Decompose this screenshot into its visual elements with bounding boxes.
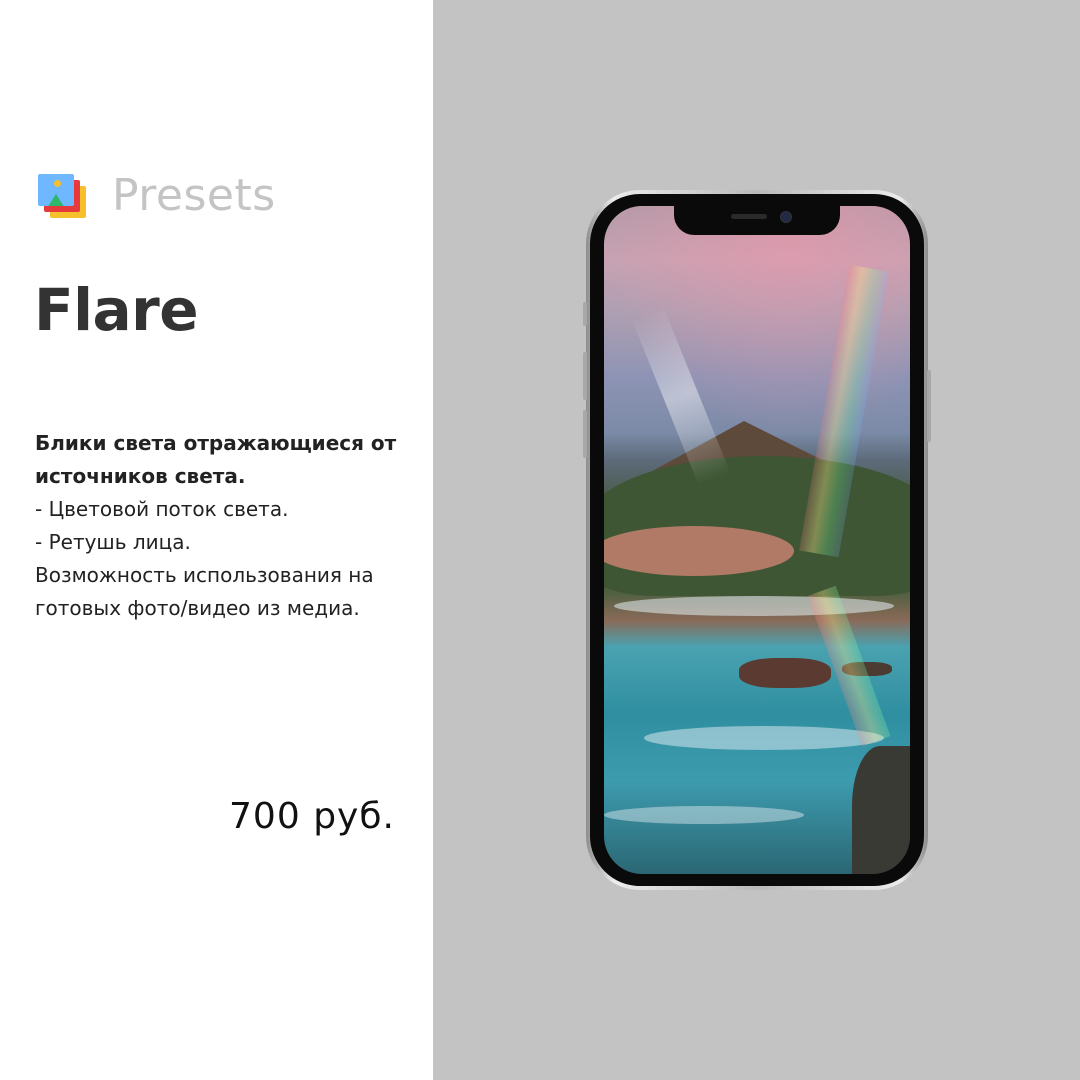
preset-description: Блики света отражающиеся от источников с… — [35, 427, 415, 625]
preview-image — [604, 206, 910, 874]
volume-down-button — [583, 410, 587, 458]
volume-up-button — [583, 352, 587, 400]
preset-card: Presets Flare Блики света отражающиеся о… — [0, 0, 1080, 1080]
description-note-line1: Возможность использования на — [35, 563, 374, 587]
price: 700 руб. — [229, 796, 395, 837]
info-panel: Presets Flare Блики света отражающиеся о… — [0, 0, 433, 1080]
power-button — [927, 370, 931, 442]
phone-mockup — [583, 190, 931, 890]
description-bullet-color-flow: - Цветовой поток света. — [35, 497, 289, 521]
speaker-grille — [731, 214, 767, 219]
preview-panel — [433, 0, 1080, 1080]
brand: Presets — [38, 170, 276, 221]
phone-bezel — [590, 194, 924, 886]
description-note-line2: готовых фото/видео из медиа. — [35, 596, 360, 620]
camera-icon — [780, 211, 792, 223]
layered-images-icon — [38, 173, 86, 218]
description-bullet-face-retouch: - Ретушь лица. — [35, 530, 191, 554]
phone-notch — [674, 205, 840, 235]
description-heading-line1: Блики света отражающиеся от — [35, 431, 397, 455]
preset-title: Flare — [34, 276, 199, 344]
silent-switch — [583, 302, 587, 326]
description-heading-line2: источников света. — [35, 464, 246, 488]
brand-name: Presets — [112, 170, 276, 221]
